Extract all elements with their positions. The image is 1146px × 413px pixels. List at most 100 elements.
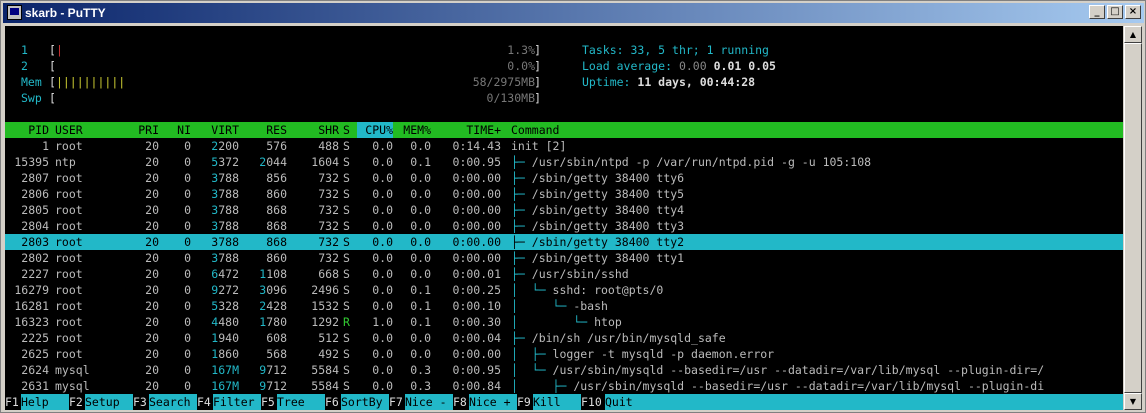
- cell-ni: 0: [184, 267, 191, 281]
- function-key-f4[interactable]: F4: [197, 394, 211, 410]
- command-text: /usr/sbin/ntpd -p /var/run/ntpd.pid -g -…: [531, 155, 872, 169]
- tree-connector: │ └─: [511, 363, 553, 377]
- meter-open-bracket: [: [49, 59, 56, 73]
- function-key-label-f10[interactable]: Quit: [605, 394, 1123, 410]
- scroll-up-arrow-icon[interactable]: ▲: [1124, 26, 1142, 43]
- process-row[interactable]: 2625 root 20 0 1860 568 492 S 0.0 0.0 0:00.00 │ ├─ …: [5, 346, 1123, 362]
- column-header-shr[interactable]: SHR: [297, 122, 339, 138]
- process-row[interactable]: 16279 root 20 0 9272 3096 2496 S 0.0 0.1 0:00.25 │ …: [5, 282, 1123, 298]
- function-key-f8[interactable]: F8: [453, 394, 467, 410]
- process-row[interactable]: 16323 root 20 0 4480 1780 1292 R 1.0 0.1 0:00.30 │ …: [5, 314, 1123, 330]
- function-key-f5[interactable]: F5: [261, 394, 275, 410]
- cell-ni: 0: [184, 299, 191, 313]
- function-key-label-f4[interactable]: Filter: [213, 394, 261, 410]
- function-key-f7[interactable]: F7: [389, 394, 403, 410]
- process-row[interactable]: 15395 ntp 20 0 5372 2044 1604 S 0.0 0.1 0:00.95 ├─ …: [5, 154, 1123, 170]
- minimize-button[interactable]: _: [1089, 5, 1105, 19]
- column-header-command[interactable]: Command: [511, 122, 559, 138]
- function-key-label-f8[interactable]: Nice +: [469, 394, 517, 410]
- scrollbar-thumb[interactable]: [1124, 43, 1142, 393]
- cell-pri: 20: [145, 331, 159, 345]
- command-text: logger -t mysqld -p daemon.error: [552, 347, 775, 361]
- function-key-f9[interactable]: F9: [517, 394, 531, 410]
- function-key-label-f2[interactable]: Setup: [85, 394, 133, 410]
- uptime-value: 11 days, 00:44:28: [637, 75, 756, 89]
- column-header-state[interactable]: S: [343, 122, 353, 138]
- terminal-screen[interactable]: 1 [| 1.3%] 2[0.0%] Mem [|||||||||| 58/2975MB] S…: [5, 26, 1123, 410]
- cell-state: S: [343, 331, 350, 345]
- cell-shr: 488: [318, 139, 339, 153]
- cell-virt-units: 788: [218, 251, 239, 265]
- cell-res: 868: [266, 203, 287, 217]
- cell-ni: 0: [184, 315, 191, 329]
- cell-ni: 0: [184, 203, 191, 217]
- function-key-f3[interactable]: F3: [133, 394, 147, 410]
- command-text: /usr/sbin/mysqld --basedir=/usr --datadi…: [552, 363, 1045, 377]
- function-key-label-f3[interactable]: Search: [149, 394, 197, 410]
- column-header-virt[interactable]: VIRT: [201, 122, 239, 138]
- cell-state: S: [343, 139, 350, 153]
- cell-pri: 20: [145, 155, 159, 169]
- process-row[interactable]: 2631 mysql 20 0 167M 9712 5584 S 0.0 0.3 0:00.84 │ …: [5, 378, 1123, 394]
- command-text: /sbin/getty 38400 tty3: [531, 219, 685, 233]
- process-row[interactable]: 2803 root 20 0 3788 868 732 S 0.0 0.0 0:00.00 ├─ /s…: [5, 234, 1123, 250]
- command-text: htop: [594, 315, 622, 329]
- cell-cpu: 0.0: [372, 331, 393, 345]
- cell-time: 0:00.00: [452, 171, 501, 185]
- column-header-ni[interactable]: NI: [165, 122, 191, 138]
- command-text: /sbin/getty 38400 tty2: [531, 235, 685, 249]
- putty-icon[interactable]: [7, 5, 22, 20]
- close-button[interactable]: ×: [1125, 5, 1141, 19]
- column-header-res[interactable]: RES: [249, 122, 287, 138]
- function-key-label-f6[interactable]: SortBy: [341, 394, 389, 410]
- cell-user: root: [55, 187, 83, 201]
- column-header-user[interactable]: USER: [55, 122, 83, 138]
- cell-virt-value: 167M: [211, 363, 239, 377]
- function-key-f6[interactable]: F6: [325, 394, 339, 410]
- cell-command: ├─ /bin/sh /usr/bin/mysqld_safe: [511, 330, 726, 346]
- process-row[interactable]: 2806 root 20 0 3788 860 732 S 0.0 0.0 0:00.00 ├─ /s…: [5, 186, 1123, 202]
- cell-pri: 20: [145, 219, 159, 233]
- column-header-pri[interactable]: PRI: [123, 122, 159, 138]
- cell-pri: 20: [145, 315, 159, 329]
- function-key-f10[interactable]: F10: [581, 394, 602, 410]
- function-key-f2[interactable]: F2: [69, 394, 83, 410]
- cell-ni: 0: [184, 155, 191, 169]
- column-header-mem[interactable]: MEM%: [397, 122, 431, 138]
- cell-virt: 9272: [201, 282, 239, 298]
- process-row[interactable]: 2804 root 20 0 3788 868 732 S 0.0 0.0 0:00.00 ├─ /s…: [5, 218, 1123, 234]
- function-key-label-f7[interactable]: Nice -: [405, 394, 453, 410]
- process-row[interactable]: 2802 root 20 0 3788 860 732 S 0.0 0.0 0:00.00 ├─ /s…: [5, 250, 1123, 266]
- column-header-pid[interactable]: PID: [5, 122, 49, 138]
- cell-ni: 0: [184, 331, 191, 345]
- cell-pid: 2807: [21, 171, 49, 185]
- process-row[interactable]: 2227 root 20 0 6472 1108 668 S 0.0 0.0 0:00.01 ├─ /…: [5, 266, 1123, 282]
- column-header-cpu[interactable]: CPU%: [357, 122, 393, 138]
- tree-connector: ├─: [511, 155, 532, 169]
- cell-virt: 6472: [201, 266, 239, 282]
- column-header-time[interactable]: TIME+: [441, 122, 501, 138]
- process-row[interactable]: 1 root 20 0 2200 576 488 S 0.0 0.0 0:14.43 init [2]: [5, 138, 1123, 154]
- function-key-label-f1[interactable]: Help: [21, 394, 69, 410]
- process-row[interactable]: 2624 mysql 20 0 167M 9712 5584 S 0.0 0.3 0:00.95 │ …: [5, 362, 1123, 378]
- scroll-down-arrow-icon[interactable]: ▼: [1124, 393, 1142, 410]
- function-key-f1[interactable]: F1: [5, 394, 19, 410]
- cell-time: 0:00.30: [452, 315, 501, 329]
- cell-virt: 3788: [201, 234, 239, 250]
- putty-window: skarb - PuTTY _ □ × 1 [| 1.3%] 2[0.0%] Mem [|…: [0, 0, 1146, 413]
- cell-time: 0:00.10: [452, 299, 501, 313]
- cell-pri: 20: [145, 283, 159, 297]
- cell-command: ├─ /sbin/getty 38400 tty1: [511, 250, 684, 266]
- process-row[interactable]: 2805 root 20 0 3788 868 732 S 0.0 0.0 0:00.00 ├─ /s…: [5, 202, 1123, 218]
- maximize-button[interactable]: □: [1107, 5, 1123, 19]
- process-row[interactable]: 2225 root 20 0 1940 608 512 S 0.0 0.0 0:00.04 ├─ /b…: [5, 330, 1123, 346]
- cell-time: 0:00.00: [452, 347, 501, 361]
- process-table-header[interactable]: PID USER PRI NI VIRT RES SHR S CPU% MEM% TIME+ Comm…: [5, 122, 1123, 138]
- vertical-scrollbar[interactable]: ▲ ▼: [1124, 26, 1142, 410]
- process-row[interactable]: 2807 root 20 0 3788 856 732 S 0.0 0.0 0:00.00 ├─ /s…: [5, 170, 1123, 186]
- function-key-label-f5[interactable]: Tree: [277, 394, 325, 410]
- title-bar[interactable]: skarb - PuTTY _ □ ×: [3, 3, 1144, 23]
- function-key-label-f9[interactable]: Kill: [533, 394, 581, 410]
- process-row[interactable]: 16281 root 20 0 5328 2428 1532 S 0.0 0.1 0:00.10 │ …: [5, 298, 1123, 314]
- cell-pri: 20: [145, 235, 159, 249]
